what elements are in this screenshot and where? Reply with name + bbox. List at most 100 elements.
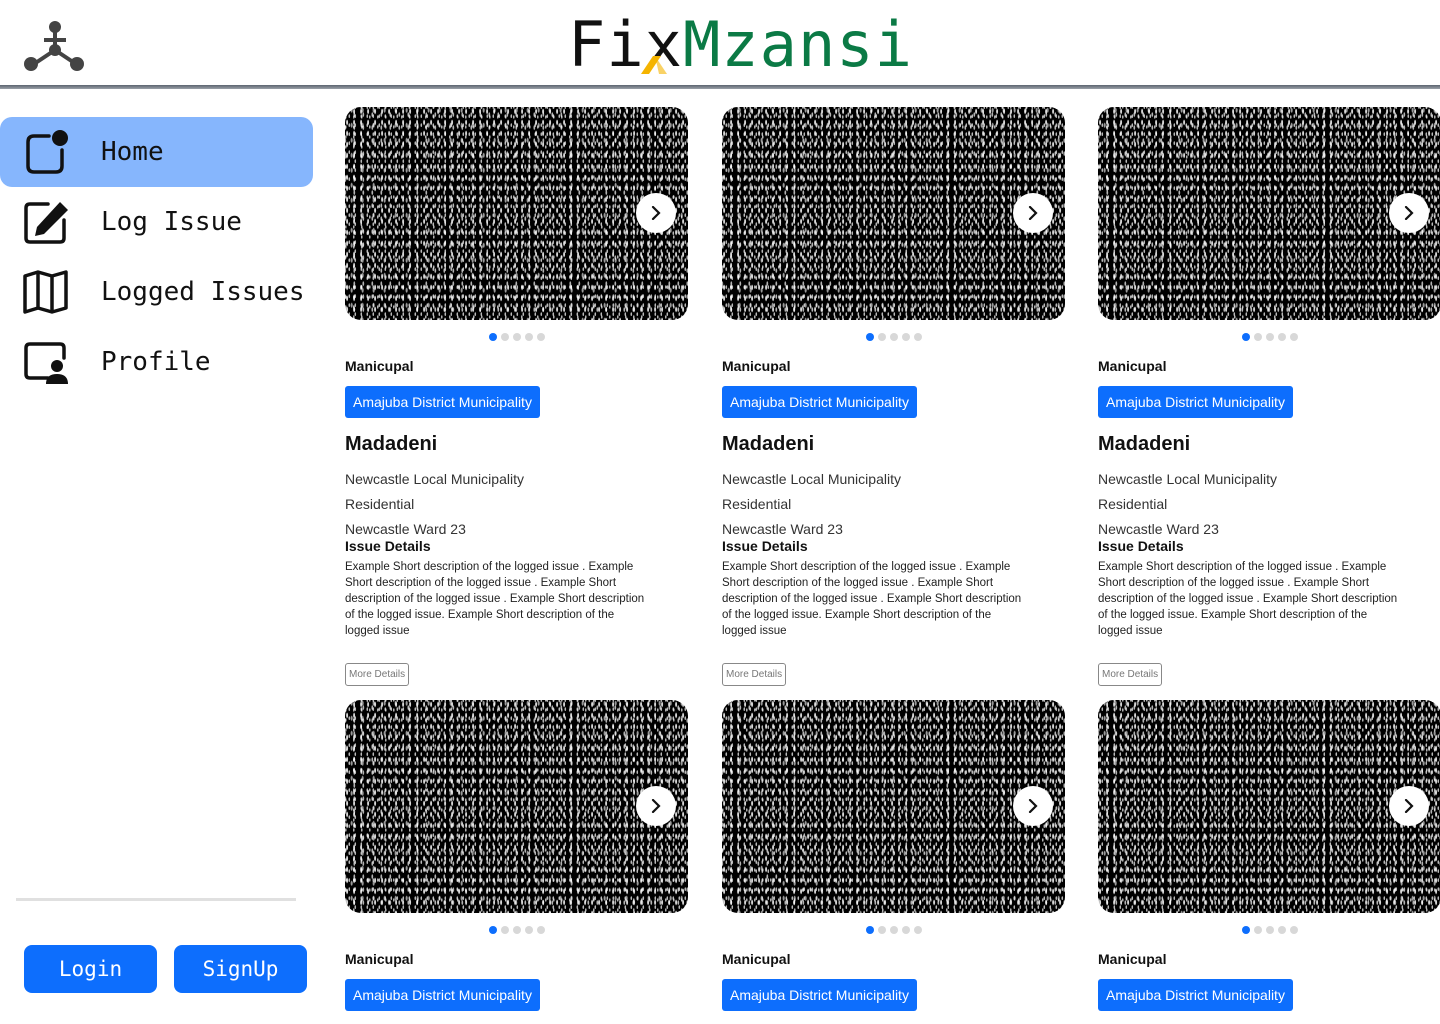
carousel-next-button[interactable]: [1013, 193, 1053, 233]
carousel-dot[interactable]: [500, 926, 509, 934]
sidebar-item-home[interactable]: Home: [0, 117, 313, 187]
district-badge[interactable]: Amajuba District Municipality: [722, 386, 917, 418]
sidebar-item-profile[interactable]: Profile: [0, 327, 313, 397]
issue-zone: Residential: [345, 496, 415, 512]
carousel-next-button[interactable]: [636, 786, 676, 826]
issue-card: Manicupal Amajuba District Municipality …: [1098, 107, 1440, 686]
carousel-dot[interactable]: [524, 333, 533, 341]
issue-ward: Newcastle Ward 23: [1098, 521, 1219, 537]
carousel-dot[interactable]: [901, 333, 910, 341]
brand-wordmark: Fi xMzansi: [568, 12, 913, 78]
carousel-dot[interactable]: [512, 926, 521, 934]
sidebar-item-log-issue[interactable]: Log Issue: [0, 187, 313, 257]
sidebar-item-label: Profile: [101, 347, 211, 377]
more-details-button[interactable]: More Details: [345, 663, 410, 686]
carousel-dot[interactable]: [889, 926, 898, 934]
carousel-dot[interactable]: [865, 333, 874, 341]
issue-card: Manicupal Amajuba District Municipality: [722, 700, 1066, 1011]
carousel-indicators: [1098, 926, 1440, 934]
sidebar-item-label: Logged Issues: [101, 277, 305, 307]
sidebar-item-logged-issues[interactable]: Logged Issues: [0, 257, 313, 327]
district-badge[interactable]: Amajuba District Municipality: [1098, 979, 1293, 1011]
issue-description: Example Short description of the logged …: [345, 561, 645, 637]
brand-x-accent-icon: [640, 56, 667, 74]
issue-zone: Residential: [1098, 496, 1168, 512]
carousel-next-button[interactable]: [1013, 786, 1053, 826]
issue-card: Manicupal Amajuba District Municipality: [1098, 700, 1440, 1011]
issue-category: Manicupal: [1098, 951, 1167, 967]
login-button[interactable]: Login: [24, 945, 157, 993]
issue-category: Manicupal: [722, 951, 791, 967]
carousel-dot[interactable]: [913, 926, 922, 934]
issue-card: Manicupal Amajuba District Municipality …: [345, 107, 689, 686]
chevron-right-icon: [651, 206, 661, 220]
map-icon: [23, 270, 68, 314]
profile-icon: [24, 342, 68, 384]
issue-image-carousel[interactable]: [345, 107, 688, 320]
network-logo-icon[interactable]: [22, 20, 88, 74]
issue-category: Manicupal: [345, 951, 414, 967]
chevron-right-icon: [1028, 799, 1038, 813]
issue-ward: Newcastle Ward 23: [722, 521, 843, 537]
issue-description: Example Short description of the logged …: [1098, 561, 1398, 637]
carousel-dot[interactable]: [1265, 926, 1274, 934]
brand-x-text: x: [640, 12, 683, 78]
carousel-dot[interactable]: [901, 926, 910, 934]
carousel-dot[interactable]: [889, 333, 898, 341]
issue-card: Manicupal Amajuba District Municipality …: [722, 107, 1066, 686]
carousel-dot[interactable]: [913, 333, 922, 341]
district-badge[interactable]: Amajuba District Municipality: [345, 979, 540, 1011]
more-details-button[interactable]: More Details: [1098, 663, 1163, 686]
carousel-dot[interactable]: [877, 926, 886, 934]
issue-location-title: Madadeni: [1098, 433, 1191, 455]
issue-ward: Newcastle Ward 23: [345, 521, 466, 537]
sidebar-divider: [16, 898, 296, 901]
carousel-next-button[interactable]: [1389, 193, 1429, 233]
carousel-dot[interactable]: [1253, 926, 1262, 934]
carousel-dot[interactable]: [500, 333, 509, 341]
carousel-dot[interactable]: [1277, 333, 1286, 341]
more-details-button[interactable]: More Details: [722, 663, 787, 686]
carousel-dot[interactable]: [877, 333, 886, 341]
signup-button[interactable]: SignUp: [174, 945, 307, 993]
brand-fix-text: Fi: [568, 8, 645, 81]
issue-card: Manicupal Amajuba District Municipality: [345, 700, 689, 1011]
issue-category: Manicupal: [345, 358, 414, 374]
district-badge[interactable]: Amajuba District Municipality: [345, 386, 540, 418]
carousel-dot[interactable]: [865, 926, 874, 934]
carousel-dot[interactable]: [1289, 333, 1298, 341]
carousel-dot[interactable]: [1241, 333, 1250, 341]
carousel-dot[interactable]: [536, 333, 545, 341]
issue-image-carousel[interactable]: [1098, 107, 1440, 320]
chevron-right-icon: [1404, 206, 1414, 220]
carousel-dot[interactable]: [1289, 926, 1298, 934]
carousel-dot[interactable]: [536, 926, 545, 934]
edit-icon: [24, 202, 68, 244]
issue-location-title: Madadeni: [345, 433, 438, 455]
carousel-next-button[interactable]: [636, 193, 676, 233]
carousel-next-button[interactable]: [1389, 786, 1429, 826]
carousel-dot[interactable]: [524, 926, 533, 934]
issue-image-carousel[interactable]: [345, 700, 688, 913]
issue-image-carousel[interactable]: [722, 107, 1065, 320]
carousel-dot[interactable]: [1241, 926, 1250, 934]
district-badge[interactable]: Amajuba District Municipality: [722, 979, 917, 1011]
sidebar-item-label: Log Issue: [101, 207, 242, 237]
issue-municipality: Newcastle Local Municipality: [1098, 471, 1277, 487]
carousel-indicators: [722, 926, 1065, 934]
district-badge[interactable]: Amajuba District Municipality: [1098, 386, 1293, 418]
carousel-dot[interactable]: [488, 926, 497, 934]
carousel-indicators: [722, 333, 1065, 341]
issue-image-carousel[interactable]: [1098, 700, 1440, 913]
issue-details-heading: Issue Details: [722, 538, 808, 554]
carousel-dot[interactable]: [1253, 333, 1262, 341]
issue-details-heading: Issue Details: [345, 538, 431, 554]
carousel-dot[interactable]: [1265, 333, 1274, 341]
carousel-dot[interactable]: [512, 333, 521, 341]
carousel-dot[interactable]: [488, 333, 497, 341]
chevron-right-icon: [651, 799, 661, 813]
carousel-dot[interactable]: [1277, 926, 1286, 934]
issue-category: Manicupal: [722, 358, 791, 374]
issue-image-carousel[interactable]: [722, 700, 1065, 913]
carousel-indicators: [1098, 333, 1440, 341]
